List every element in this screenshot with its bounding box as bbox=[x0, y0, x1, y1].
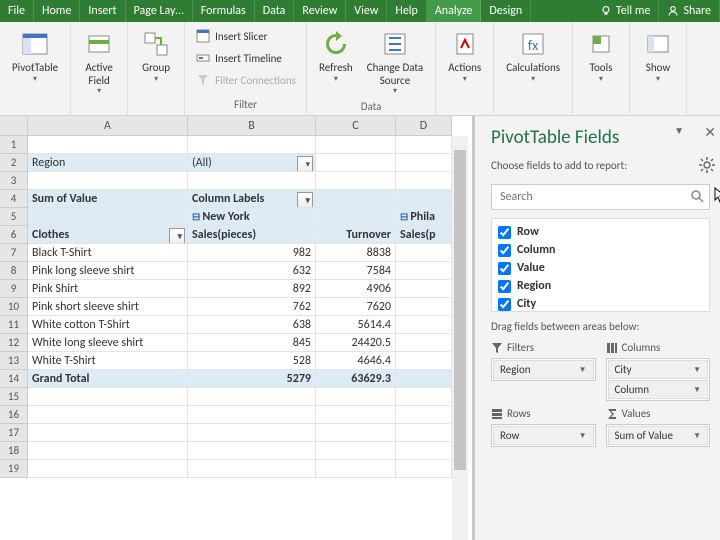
col-header[interactable]: B bbox=[188, 116, 316, 136]
col-header[interactable]: A bbox=[28, 116, 188, 136]
search-icon bbox=[690, 189, 704, 207]
refresh-button[interactable]: Refresh▾ bbox=[313, 26, 359, 86]
insert-timeline-button[interactable]: Insert Timeline bbox=[191, 48, 300, 68]
col-header[interactable]: D bbox=[396, 116, 452, 136]
table-row[interactable]: White long sleeve shirt bbox=[28, 334, 188, 352]
area-item[interactable]: Row▼ bbox=[493, 426, 594, 445]
report-filter-field[interactable]: Region bbox=[28, 154, 188, 172]
svg-text:fx: fx bbox=[528, 37, 538, 54]
ribbon-group-data: Data bbox=[361, 98, 382, 113]
collapse-icon[interactable]: ⊟ bbox=[192, 210, 200, 223]
ribbon: PivotTable▾ ActiveField▾ Group▾ Insert S… bbox=[0, 22, 720, 116]
table-row[interactable]: White T-Shirt bbox=[28, 352, 188, 370]
table-row[interactable]: Pink short sleeve shirt bbox=[28, 298, 188, 316]
select-all-corner[interactable] bbox=[0, 116, 28, 136]
area-item[interactable]: Region▼ bbox=[493, 360, 594, 379]
columns-icon bbox=[606, 342, 618, 354]
group-button[interactable]: Group▾ bbox=[134, 26, 178, 86]
area-item[interactable]: Sum of Value▼ bbox=[608, 426, 709, 445]
table-row[interactable]: Pink Shirt bbox=[28, 280, 188, 298]
tab-file[interactable]: File bbox=[0, 0, 34, 22]
bulb-icon bbox=[600, 5, 612, 17]
columns-area[interactable]: Columns City▼Column▼ bbox=[606, 341, 711, 401]
insert-slicer-button[interactable]: Insert Slicer bbox=[191, 26, 300, 46]
tab-formulas[interactable]: Formulas bbox=[193, 0, 255, 22]
tellme-button[interactable]: Tell me bbox=[592, 0, 660, 22]
city-header[interactable]: ⊟Phila bbox=[396, 208, 452, 226]
cell-grid: Region(All) Sum of ValueColumn Labels ⊟N… bbox=[28, 136, 452, 540]
tab-home[interactable]: Home bbox=[34, 0, 80, 22]
report-filter-value[interactable]: (All) bbox=[188, 154, 316, 172]
filter-connections-button: Filter Connections bbox=[191, 70, 300, 90]
activefield-button[interactable]: ActiveField▾ bbox=[77, 26, 121, 98]
tab-data[interactable]: Data bbox=[255, 0, 295, 22]
tools-button[interactable]: Tools▾ bbox=[579, 26, 623, 86]
filters-area[interactable]: Filters Region▼ bbox=[491, 341, 596, 401]
table-row[interactable]: Pink long sleeve shirt bbox=[28, 262, 188, 280]
pivottable-fields-pane: ▼ ✕ PivotTable Fields Choose fields to a… bbox=[475, 116, 720, 540]
vertical-scrollbar[interactable] bbox=[452, 136, 468, 540]
field-search-input[interactable] bbox=[491, 184, 710, 210]
area-item[interactable]: City▼ bbox=[608, 360, 709, 379]
rows-icon bbox=[491, 408, 503, 420]
tab-help[interactable]: Help bbox=[387, 0, 427, 22]
row-headers: 12345678910111213141516171819 bbox=[0, 136, 28, 540]
field-item: Value bbox=[496, 259, 705, 277]
drag-instruction: Drag fields between areas below: bbox=[491, 320, 710, 333]
column-labels[interactable]: Column Labels bbox=[188, 190, 316, 208]
share-button[interactable]: Share bbox=[659, 0, 720, 22]
rows-area[interactable]: Rows Row▼ bbox=[491, 407, 596, 447]
area-item[interactable]: Column▼ bbox=[608, 380, 709, 399]
field-list[interactable]: Row Column Value Region City bbox=[491, 218, 710, 312]
tab-design[interactable]: Design bbox=[481, 0, 531, 22]
tab-analyze[interactable]: Analyze bbox=[427, 0, 482, 22]
change-datasource-button[interactable]: Change DataSource▾ bbox=[361, 26, 430, 98]
tab-view[interactable]: View bbox=[346, 0, 387, 22]
field-item: Column bbox=[496, 241, 705, 259]
field-item: Region bbox=[496, 277, 705, 295]
pivottable-button[interactable]: PivotTable▾ bbox=[6, 26, 64, 86]
values-area[interactable]: Values Sum of Value▼ bbox=[606, 407, 711, 447]
show-button[interactable]: Show▾ bbox=[636, 26, 680, 86]
pane-subtitle: Choose fields to add to report: bbox=[491, 159, 710, 172]
calculations-button[interactable]: fxCalculations▾ bbox=[500, 26, 566, 86]
pane-options-dropdown[interactable]: ▼ bbox=[674, 124, 684, 137]
spreadsheet[interactable]: A B C D 12345678910111213141516171819 Re… bbox=[0, 116, 475, 540]
col-header[interactable]: C bbox=[316, 116, 396, 136]
tab-insert[interactable]: Insert bbox=[80, 0, 125, 22]
close-icon[interactable]: ✕ bbox=[704, 124, 716, 141]
sigma-icon bbox=[606, 408, 618, 420]
table-row[interactable]: White cotton T-Shirt bbox=[28, 316, 188, 334]
measure-label[interactable]: Sum of Value bbox=[28, 190, 188, 208]
actions-button[interactable]: Actions▾ bbox=[442, 26, 487, 86]
ribbon-group-filter: Filter bbox=[234, 96, 257, 111]
tab-review[interactable]: Review bbox=[294, 0, 346, 22]
table-row[interactable]: Black T-Shirt bbox=[28, 244, 188, 262]
person-icon bbox=[667, 5, 679, 17]
grand-total-label[interactable]: Grand Total bbox=[28, 370, 188, 388]
collapse-icon[interactable]: ⊟ bbox=[400, 210, 408, 223]
filter-icon bbox=[491, 342, 503, 354]
tab-pagelayout[interactable]: Page Lay… bbox=[126, 0, 193, 22]
menubar: File Home Insert Page Lay… Formulas Data… bbox=[0, 0, 720, 22]
gear-icon[interactable] bbox=[698, 156, 716, 178]
field-item: Row bbox=[496, 223, 705, 241]
field-item: City bbox=[496, 295, 705, 312]
cursor-icon bbox=[714, 187, 720, 207]
row-labels[interactable]: Clothes bbox=[28, 226, 188, 244]
city-header[interactable]: ⊟New York bbox=[188, 208, 316, 226]
